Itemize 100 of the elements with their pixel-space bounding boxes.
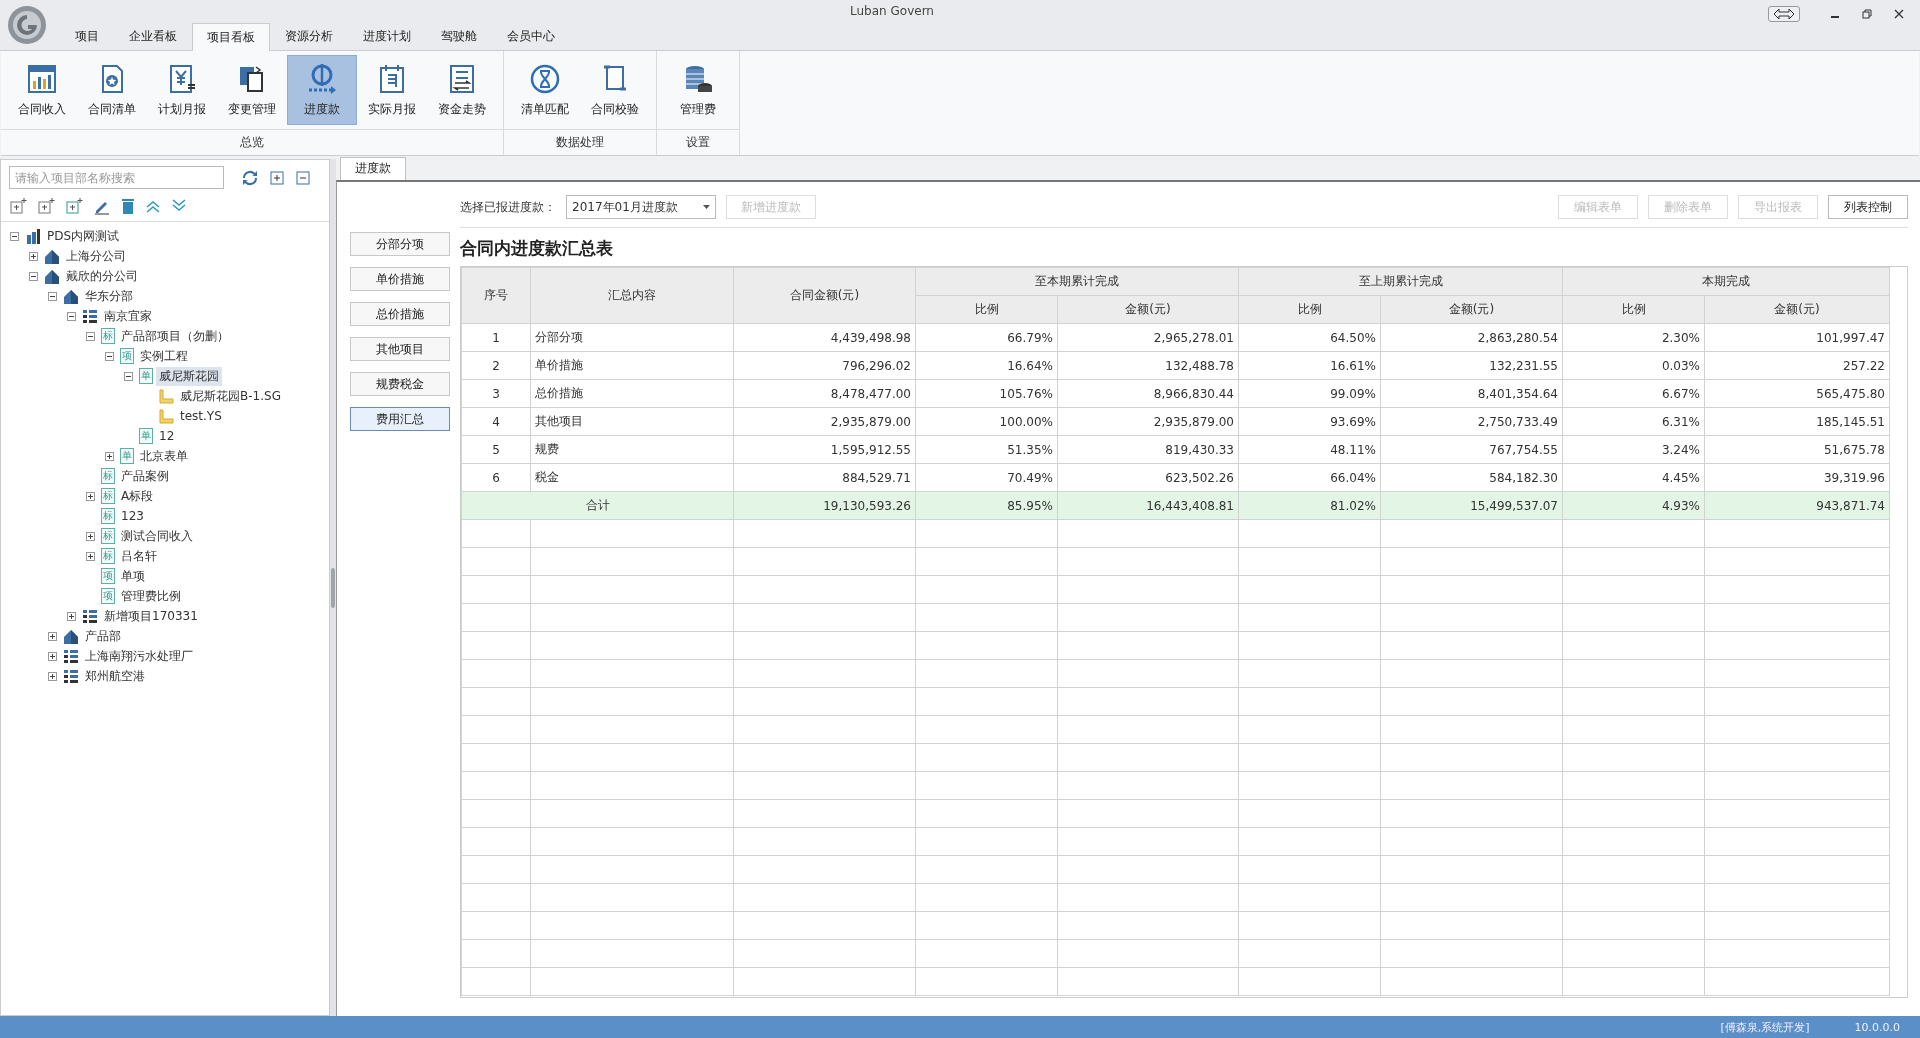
- tree-item[interactable]: 北京表单: [137, 446, 191, 466]
- menu-tab[interactable]: 驾驶舱: [426, 22, 492, 50]
- add-icon[interactable]: [37, 197, 55, 215]
- content-tab[interactable]: 进度款: [340, 157, 406, 180]
- toggle-icon[interactable]: [86, 531, 95, 541]
- tree-item[interactable]: 123: [118, 508, 147, 524]
- ribbon-button[interactable]: 变更管理: [217, 55, 287, 125]
- toggle-icon[interactable]: [67, 311, 76, 321]
- table-cell: 税金: [530, 463, 734, 492]
- toggle-icon[interactable]: [124, 371, 133, 381]
- tree-item[interactable]: 吕名轩: [118, 546, 160, 566]
- tree-item[interactable]: A标段: [118, 486, 157, 506]
- table-title: 合同内进度款汇总表: [460, 237, 614, 260]
- table-cell: 2,965,278.01: [1057, 323, 1239, 352]
- splitter-handle[interactable]: [331, 567, 335, 608]
- tree-item[interactable]: 产品部项目（勿删）: [118, 326, 232, 346]
- table-cell: 132,488.78: [1057, 351, 1239, 380]
- add-icon[interactable]: [65, 197, 83, 215]
- tree-item[interactable]: 单项: [118, 566, 148, 586]
- toggle-icon[interactable]: [48, 631, 57, 641]
- ribbon-button[interactable]: 合同清单: [77, 55, 147, 125]
- toggle-icon[interactable]: [48, 651, 57, 661]
- folder-icon: [158, 408, 174, 424]
- toggle-icon[interactable]: [86, 551, 95, 561]
- table-cell: 4.45%: [1562, 463, 1705, 492]
- tree-item[interactable]: 郑州航空港: [82, 666, 148, 686]
- search-field[interactable]: 请输入项目部名称搜索: [9, 166, 224, 189]
- tree-item[interactable]: 产品案例: [118, 466, 172, 486]
- organization-icon: [25, 228, 41, 244]
- collapse-all-icon[interactable]: [296, 170, 310, 185]
- toggle-icon[interactable]: [86, 491, 95, 501]
- refresh-icon[interactable]: [242, 169, 258, 186]
- group-label: 数据处理: [504, 129, 656, 155]
- column-group-header: 本期完成: [1562, 267, 1890, 296]
- ribbon-button[interactable]: 合同校验: [580, 55, 650, 125]
- table-cell: 0.03%: [1562, 351, 1705, 380]
- toggle-icon[interactable]: [86, 331, 95, 341]
- tree-item[interactable]: 威尼斯花园: [156, 366, 222, 386]
- ribbon-button[interactable]: 资金走势: [427, 55, 497, 125]
- tree-item[interactable]: 管理费比例: [118, 586, 184, 606]
- type-badge: 项: [120, 348, 134, 364]
- table-cell: 105.76%: [915, 379, 1058, 408]
- table-cell: 8,966,830.44: [1057, 379, 1239, 408]
- toggle-icon[interactable]: [29, 271, 38, 281]
- ribbon-button[interactable]: 清单匹配: [510, 55, 580, 125]
- tree-item[interactable]: PDS内网测试: [44, 226, 123, 246]
- tree-item[interactable]: 实例工程: [137, 346, 191, 366]
- action-button[interactable]: 列表控制: [1828, 195, 1908, 219]
- toggle-icon[interactable]: [48, 291, 57, 301]
- section-button[interactable]: 费用汇总: [350, 407, 450, 431]
- ribbon-button[interactable]: 实际月报: [357, 55, 427, 125]
- section-button[interactable]: 单价措施: [350, 267, 450, 291]
- column-header: 比例: [915, 295, 1058, 324]
- tree-item[interactable]: 威尼斯花园B-1.SG: [177, 386, 284, 406]
- toggle-icon[interactable]: [105, 351, 114, 361]
- ribbon-button[interactable]: 计划月报: [147, 55, 217, 125]
- menu-tab[interactable]: 项目看板: [192, 23, 270, 51]
- section-button[interactable]: 规费税金: [350, 372, 450, 396]
- delete-icon[interactable]: [121, 197, 135, 215]
- report-select[interactable]: 2017年01月进度款: [566, 195, 716, 219]
- ribbon-button[interactable]: 管理费: [663, 55, 733, 125]
- section-button[interactable]: 分部分项: [350, 232, 450, 256]
- ribbon-button[interactable]: 合同收入: [7, 55, 77, 125]
- menu-tab[interactable]: 项目: [60, 22, 114, 50]
- swap-button[interactable]: [1768, 5, 1800, 22]
- tree-item[interactable]: 测试合同收入: [118, 526, 196, 546]
- section-button[interactable]: 总价措施: [350, 302, 450, 326]
- hourglass-icon: [529, 62, 561, 95]
- menu-tab[interactable]: 企业看板: [114, 22, 192, 50]
- menu-tab[interactable]: 进度计划: [348, 22, 426, 50]
- add-icon[interactable]: [9, 197, 27, 215]
- tree-item[interactable]: 上海南翔污水处理厂: [82, 646, 196, 666]
- tree-item[interactable]: test.YS: [177, 408, 225, 424]
- toggle-icon[interactable]: [67, 611, 76, 621]
- tree-item[interactable]: 12: [156, 428, 178, 444]
- table-cell: 2,935,879.00: [733, 407, 916, 436]
- close-icon[interactable]: [1894, 8, 1904, 19]
- tree-item[interactable]: 上海分公司: [63, 246, 129, 266]
- table-cell: 99.09%: [1238, 379, 1381, 408]
- tree-item[interactable]: 新增项目170331: [101, 606, 201, 626]
- expand-all-icon[interactable]: [270, 170, 284, 185]
- section-button[interactable]: 其他项目: [350, 337, 450, 361]
- tree-item[interactable]: 南京宜家: [101, 306, 155, 326]
- ribbon-button[interactable]: 进度款: [287, 55, 357, 125]
- toggle-icon[interactable]: [10, 231, 19, 241]
- tree-item[interactable]: 戴欣的分公司: [63, 266, 141, 286]
- menu-tab[interactable]: 会员中心: [492, 22, 570, 50]
- toggle-icon[interactable]: [29, 251, 38, 261]
- move-down-icon[interactable]: [171, 199, 187, 213]
- menu-tab[interactable]: 资源分析: [270, 22, 348, 50]
- move-up-icon[interactable]: [145, 199, 161, 213]
- toggle-icon[interactable]: [105, 451, 114, 461]
- table-cell: 16.61%: [1238, 351, 1381, 380]
- tree-item[interactable]: 华东分部: [82, 286, 136, 306]
- table-cell: 1: [461, 323, 531, 352]
- table-cell: 总价措施: [530, 379, 734, 408]
- tree-item[interactable]: 产品部: [82, 626, 124, 646]
- toggle-icon[interactable]: [48, 671, 57, 681]
- column-header: 比例: [1562, 295, 1705, 324]
- restore-icon[interactable]: [1862, 8, 1872, 19]
